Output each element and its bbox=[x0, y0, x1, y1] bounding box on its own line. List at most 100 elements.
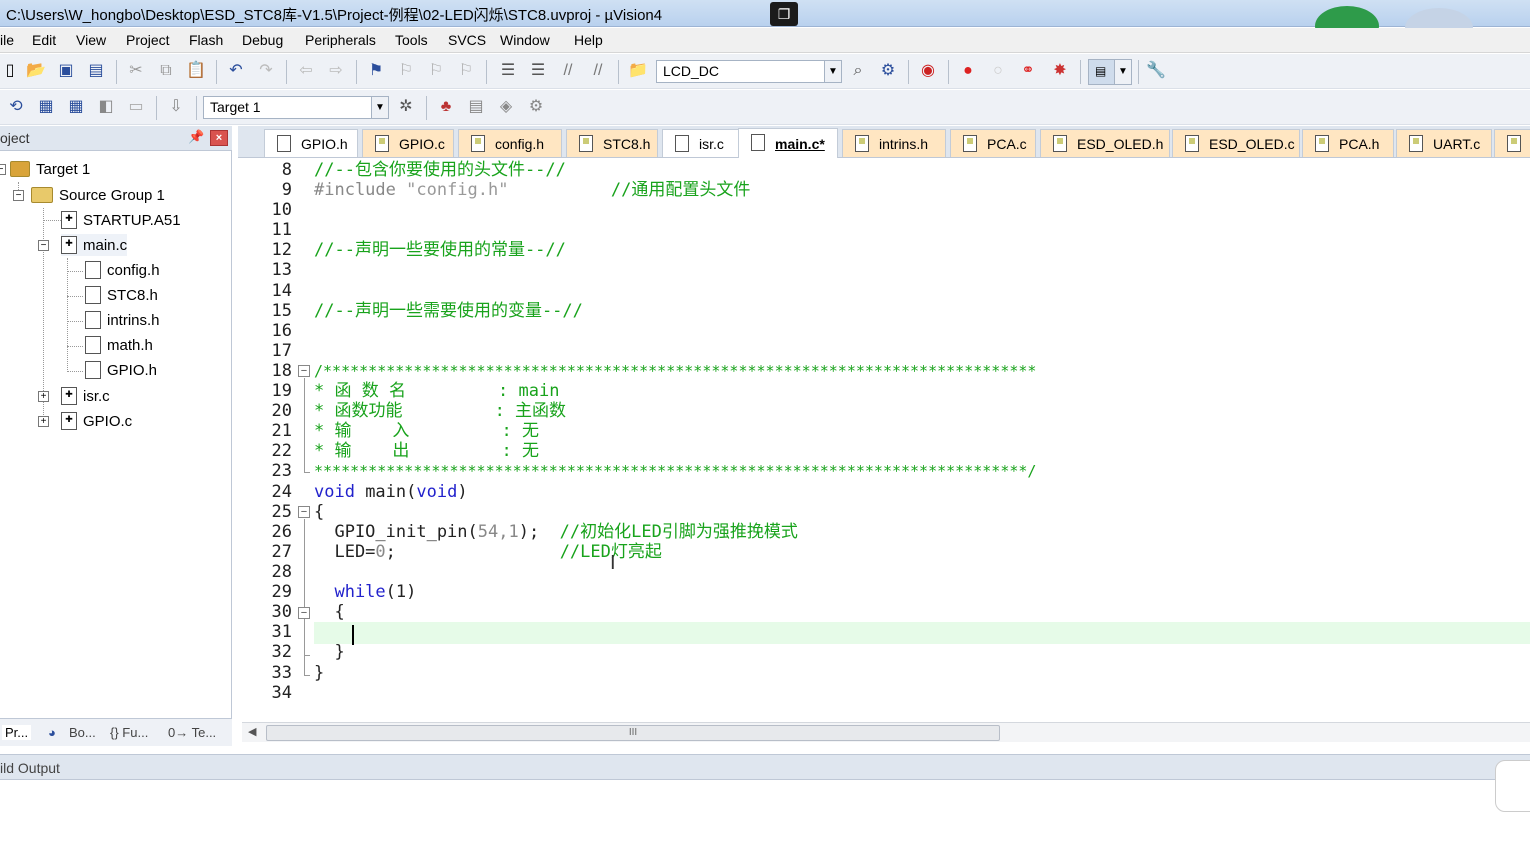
tab-esd-oled-c[interactable]: ESD_OLED.c bbox=[1172, 129, 1300, 157]
tree-source-group[interactable]: Source Group 1 bbox=[31, 184, 165, 206]
stop-build-icon[interactable]: ▭ bbox=[126, 97, 146, 117]
batch-build-icon[interactable]: ◧ bbox=[96, 97, 116, 117]
target-combo[interactable]: Target 1 ▼ bbox=[203, 96, 389, 119]
tree-target[interactable]: Target 1 bbox=[10, 158, 90, 180]
tab-functions[interactable]: {} Fu... bbox=[110, 725, 148, 740]
cut-icon[interactable]: ✂ bbox=[126, 61, 146, 81]
tab-overflow[interactable] bbox=[1494, 129, 1530, 157]
menu-project[interactable]: Project bbox=[126, 32, 170, 48]
find-icon[interactable]: ⌕ bbox=[848, 61, 868, 81]
tree-include-gpio[interactable]: GPIO.h bbox=[85, 359, 157, 381]
tab-pca-h[interactable]: PCA.h bbox=[1302, 129, 1394, 157]
unindent-icon[interactable]: ☰ bbox=[528, 61, 548, 81]
menu-help[interactable]: Help bbox=[574, 32, 603, 48]
target-options-icon[interactable]: ✲ bbox=[396, 97, 416, 117]
window-restore-button[interactable]: ❐ bbox=[770, 2, 798, 26]
target-collapse-icon[interactable]: − bbox=[0, 164, 6, 175]
download-icon[interactable]: ⇩ bbox=[166, 97, 186, 117]
bookmark-icon[interactable]: ⚑ bbox=[366, 61, 386, 81]
tab-stc8-h[interactable]: STC8.h bbox=[566, 129, 658, 157]
copy-icon[interactable]: ⧉ bbox=[156, 61, 176, 81]
window-layout-button[interactable]: ▤ ▼ bbox=[1088, 59, 1132, 85]
menu-svcs[interactable]: SVCS bbox=[448, 32, 486, 48]
menu-view[interactable]: View bbox=[76, 32, 106, 48]
tree-isr-file[interactable]: ✚ isr.c bbox=[61, 385, 110, 407]
tab-pca-c[interactable]: PCA.c bbox=[950, 129, 1036, 157]
bookmark-clear-icon[interactable]: ⚐ bbox=[456, 61, 476, 81]
rebuild-icon[interactable]: ▦ bbox=[66, 97, 86, 117]
find-combo[interactable]: LCD_DC ▼ bbox=[656, 60, 842, 83]
floating-widget[interactable] bbox=[1495, 760, 1530, 812]
indent-icon[interactable]: ☰ bbox=[498, 61, 518, 81]
breakpoint-disable-all-icon[interactable]: ⚭ bbox=[1018, 61, 1038, 81]
paste-icon[interactable]: 📋 bbox=[186, 61, 206, 81]
build-icon[interactable]: ▦ bbox=[36, 97, 56, 117]
menu-peripherals[interactable]: Peripherals bbox=[305, 32, 376, 48]
menu-edit[interactable]: Edit bbox=[32, 32, 56, 48]
incremental-find-icon[interactable]: ⚙ bbox=[878, 61, 898, 81]
menu-window[interactable]: Window bbox=[500, 32, 550, 48]
tab-intrins-h[interactable]: intrins.h bbox=[842, 129, 946, 157]
close-icon[interactable]: × bbox=[210, 130, 228, 146]
tab-main-c[interactable]: main.c* bbox=[738, 128, 838, 158]
tab-uart-c[interactable]: UART.c bbox=[1396, 129, 1492, 157]
tab-gpio-h[interactable]: GPIO.h bbox=[264, 129, 358, 157]
target-chevron-down-icon[interactable]: ▼ bbox=[371, 97, 388, 118]
save-icon[interactable]: ▣ bbox=[56, 61, 76, 81]
redo-icon[interactable]: ↷ bbox=[256, 61, 276, 81]
menu-flash[interactable]: Flash bbox=[189, 32, 223, 48]
comment-icon[interactable]: // bbox=[558, 61, 578, 81]
layout-chevron-icon[interactable]: ▼ bbox=[1114, 60, 1131, 84]
fold-while-icon[interactable]: − bbox=[298, 607, 310, 619]
tab-gpio-c[interactable]: GPIO.c bbox=[362, 129, 454, 157]
fold-main-icon[interactable]: − bbox=[298, 506, 310, 518]
find-in-files-icon[interactable]: 📁 bbox=[628, 61, 648, 81]
configure-icon[interactable]: 🔧 bbox=[1146, 61, 1166, 81]
tree-include-intrins[interactable]: intrins.h bbox=[85, 309, 160, 331]
nav-forward-icon[interactable]: ⇨ bbox=[326, 61, 346, 81]
tree-include-stc8[interactable]: STC8.h bbox=[85, 284, 158, 306]
translate-icon[interactable]: ⟲ bbox=[6, 97, 26, 117]
isr-expand-icon[interactable]: + bbox=[38, 391, 49, 402]
scroll-left-icon[interactable]: ◀ bbox=[248, 725, 256, 738]
breakpoint-kill-all-icon[interactable]: ✸ bbox=[1050, 61, 1070, 81]
horizontal-scrollbar[interactable]: ◀ III bbox=[242, 722, 1530, 742]
select-packs-icon[interactable]: ▤ bbox=[466, 97, 486, 117]
fold-comment-icon[interactable]: − bbox=[298, 365, 310, 377]
tab-isr-c[interactable]: isr.c bbox=[662, 129, 742, 157]
tab-esd-oled-h[interactable]: ESD_OLED.h bbox=[1040, 129, 1170, 157]
tab-config-h[interactable]: config.h bbox=[458, 129, 562, 157]
tab-books[interactable]: Bo... bbox=[69, 725, 96, 740]
main-collapse-icon[interactable]: − bbox=[38, 240, 49, 251]
nav-back-icon[interactable]: ⇦ bbox=[296, 61, 316, 81]
tree-include-config[interactable]: config.h bbox=[85, 259, 160, 281]
menu-tools[interactable]: Tools bbox=[395, 32, 428, 48]
tab-project[interactable]: Pr... bbox=[2, 725, 32, 740]
tree-startup-file[interactable]: ✚ STARTUP.A51 bbox=[61, 209, 181, 231]
uncomment-icon[interactable]: // bbox=[588, 61, 608, 81]
menu-debug[interactable]: Debug bbox=[242, 32, 283, 48]
pack-installer-icon[interactable]: ⚙ bbox=[526, 97, 546, 117]
group-collapse-icon[interactable]: − bbox=[13, 190, 24, 201]
open-folder-icon[interactable]: 📂 bbox=[26, 61, 46, 81]
breakpoint-disable-icon[interactable]: ○ bbox=[988, 61, 1008, 81]
manage-components-icon[interactable]: ♣ bbox=[436, 97, 456, 117]
undo-icon[interactable]: ↶ bbox=[226, 61, 246, 81]
tree-include-math[interactable]: math.h bbox=[85, 334, 153, 356]
bookmark-prev-icon[interactable]: ⚐ bbox=[396, 61, 416, 81]
tree-main-file[interactable]: ✚ main.c bbox=[61, 234, 128, 256]
gpio-expand-icon[interactable]: + bbox=[38, 416, 49, 427]
new-file-icon[interactable]: ▯ bbox=[0, 61, 20, 81]
bookmark-next-icon[interactable]: ⚐ bbox=[426, 61, 446, 81]
scrollbar-thumb[interactable]: III bbox=[266, 725, 1000, 741]
manage-rte-icon[interactable]: ◈ bbox=[496, 97, 516, 117]
tree-gpio-file[interactable]: ✚ GPIO.c bbox=[61, 410, 132, 432]
pin-icon[interactable]: 📌 bbox=[188, 129, 204, 145]
menu-file[interactable]: ile bbox=[0, 32, 14, 48]
tab-templates[interactable]: 0→ Te... bbox=[168, 725, 216, 740]
breakpoint-icon[interactable]: ● bbox=[958, 61, 978, 81]
chevron-down-icon[interactable]: ▼ bbox=[824, 61, 841, 82]
debug-session-icon[interactable]: ◉ bbox=[918, 61, 938, 81]
code-editor[interactable]: 8 9 10 11 12 13 14 15 16 17 18 19 20 21 … bbox=[242, 158, 1530, 720]
save-all-icon[interactable]: ▤ bbox=[86, 61, 106, 81]
